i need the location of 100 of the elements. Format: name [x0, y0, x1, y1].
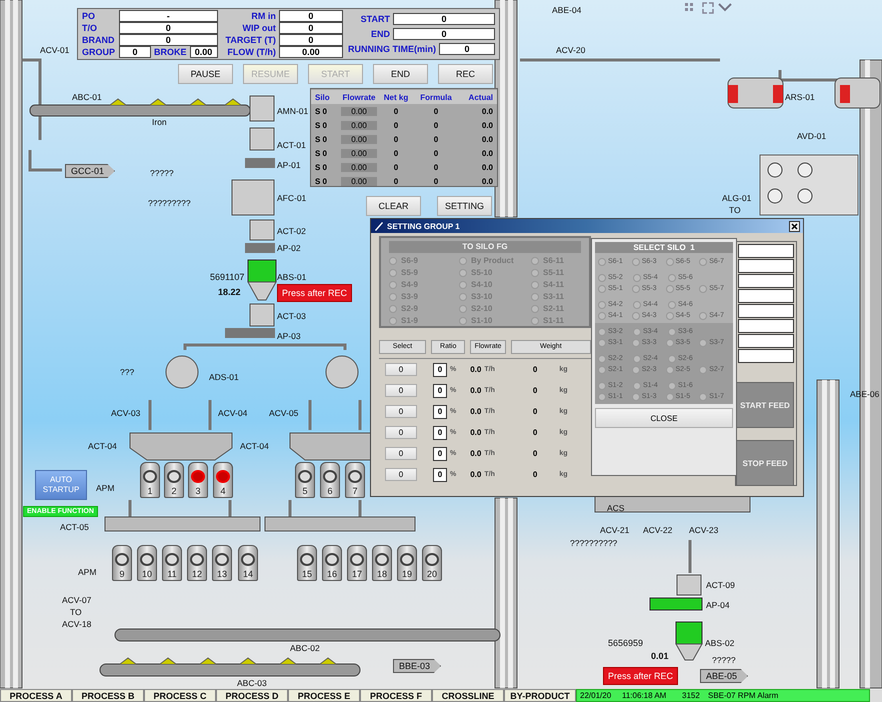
value-field: 0: [119, 46, 151, 58]
text-field[interactable]: [738, 259, 794, 273]
value-field: 0.00: [278, 46, 343, 58]
table-cell-text: 0: [432, 162, 440, 172]
weight-value: 0: [532, 428, 538, 437]
select-button[interactable]: 0: [385, 426, 417, 439]
press-after-rec-button[interactable]: Press after REC: [277, 284, 352, 302]
text-field[interactable]: [738, 289, 794, 303]
table-cell-text: 0: [392, 148, 400, 158]
table-action-button[interactable]: SETTING: [437, 196, 492, 216]
start-feed-button[interactable]: START FEED: [736, 382, 794, 428]
ratio-field[interactable]: 0: [433, 404, 447, 418]
text-field[interactable]: [738, 349, 794, 363]
weight-value: 0: [532, 470, 538, 479]
table-cell-text: 0: [392, 176, 400, 186]
equipment-label: TO: [70, 607, 82, 617]
field-label: RM in: [250, 11, 276, 21]
select-button[interactable]: 0: [385, 447, 417, 460]
table-cell-text: 0: [392, 162, 400, 172]
value-field: 0: [278, 22, 343, 34]
process-tab[interactable]: PROCESS E: [288, 689, 360, 702]
select-button[interactable]: 0: [385, 384, 417, 397]
ratio-field[interactable]: 0: [433, 384, 447, 398]
stop-feed-button[interactable]: STOP FEED: [736, 440, 794, 486]
value-field: 0: [278, 34, 343, 46]
table-cell-text: 0.0: [480, 162, 493, 172]
ratio-field[interactable]: 0: [433, 426, 447, 440]
field-label: PO: [82, 11, 96, 21]
silo-unit: 16: [322, 545, 342, 581]
field-label: WIP out: [242, 23, 276, 33]
press-after-rec-button[interactable]: Press after REC: [603, 667, 678, 685]
equipment-label: ACV-01: [40, 45, 70, 55]
column-header: Flowrate: [342, 92, 376, 102]
process-tab[interactable]: PROCESS B: [72, 689, 144, 702]
select-button[interactable]: 0: [385, 468, 417, 481]
panel-title: SELECT SILO 1: [595, 242, 733, 253]
table-action-button[interactable]: CLEAR: [366, 196, 421, 216]
flowrate-value: 0.0: [470, 428, 482, 437]
chevron-down-icon[interactable]: [718, 2, 732, 12]
field-label: T/O: [82, 23, 98, 33]
table-cell-text: 0.0: [480, 120, 493, 130]
field-label: FLOW (T/h): [226, 47, 276, 57]
ratio-field[interactable]: 0: [433, 446, 447, 460]
equipment-label: AP-02: [277, 243, 301, 253]
equipment-label: APM: [78, 567, 96, 577]
table-cell-text: S 0: [315, 120, 328, 130]
control-button[interactable]: END: [373, 64, 428, 84]
field-label: BRAND: [82, 35, 116, 45]
table-cell-text: 0: [432, 120, 440, 130]
table-cell-text: 0: [392, 106, 400, 116]
silo-unit: 10: [137, 545, 157, 581]
process-tab[interactable]: PROCESS D: [216, 689, 288, 702]
control-button[interactable]: REC: [438, 64, 493, 84]
text-field[interactable]: [738, 319, 794, 333]
equipment-label: ARS-01: [785, 92, 815, 102]
table-cell-text: S 0: [315, 176, 328, 186]
equipment-label: ACT-03: [277, 311, 306, 321]
table-cell-text: 0.0: [480, 134, 493, 144]
silo-unit: 1: [140, 462, 160, 498]
flowrate-cell: 0.00: [341, 162, 377, 172]
equipment-label: ABC-01: [72, 92, 102, 102]
silo-unit: 7: [345, 462, 365, 498]
weight-value: 0: [532, 449, 538, 458]
equipment-label: ?????: [712, 655, 736, 665]
field-label: BROKE: [154, 47, 187, 57]
value-field: 0: [393, 28, 495, 40]
text-field[interactable]: [738, 304, 794, 318]
select-button[interactable]: 0: [385, 363, 417, 376]
table-cell-text: 0.0: [480, 176, 493, 186]
select-button[interactable]: 0: [385, 405, 417, 418]
table-cell-text: S 0: [315, 134, 328, 144]
scale-reading: 5691107: [210, 272, 244, 282]
silo-unit: 19: [397, 545, 417, 581]
scale-reading: 0.01: [651, 651, 669, 661]
text-field[interactable]: [738, 274, 794, 288]
text-field[interactable]: [738, 244, 794, 258]
equipment-label: ACT-05: [60, 522, 89, 532]
table-cell-text: 0: [432, 176, 440, 186]
equipment-label: Iron: [152, 117, 167, 127]
control-button[interactable]: PAUSE: [178, 64, 233, 84]
column-header: Silo: [315, 92, 331, 102]
text-field[interactable]: [738, 334, 794, 348]
dialog-title: SETTING GROUP 1: [387, 222, 460, 230]
value-field: 0: [119, 22, 218, 34]
equipment-label: APM: [96, 483, 114, 493]
process-tab[interactable]: PROCESS F: [360, 689, 432, 702]
flowrate-value: 0.0: [470, 365, 482, 374]
process-tab[interactable]: CROSSLINE: [432, 689, 504, 702]
expand-icon[interactable]: [702, 2, 714, 14]
process-tab[interactable]: BY-PRODUCT: [504, 689, 576, 702]
close-button[interactable]: CLOSE: [595, 408, 733, 428]
auto-startup-button[interactable]: AUTO STARTUP: [35, 470, 87, 500]
process-tab[interactable]: PROCESS A: [0, 689, 72, 702]
equipment-label: ACT-09: [706, 580, 735, 590]
process-tab[interactable]: PROCESS C: [144, 689, 216, 702]
close-icon[interactable]: [789, 220, 800, 232]
equipment-label: ACV-18: [62, 619, 92, 629]
silo-unit: 6: [320, 462, 340, 498]
ratio-field[interactable]: 0: [433, 468, 447, 482]
ratio-field[interactable]: 0: [433, 362, 447, 376]
